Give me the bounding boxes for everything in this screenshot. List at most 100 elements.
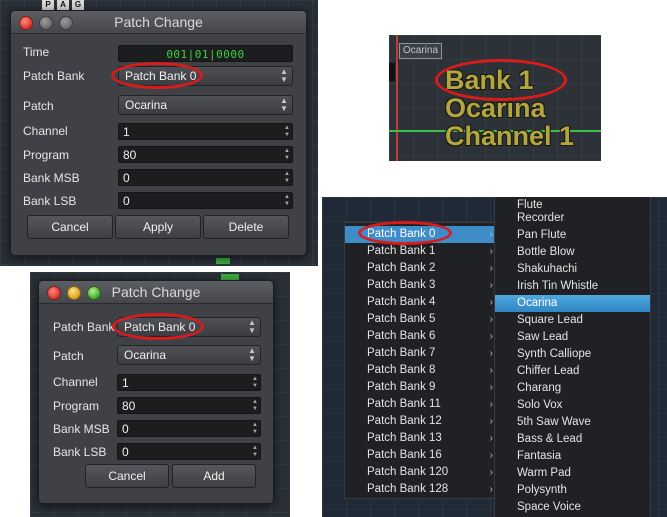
menu-item-patch-bank[interactable]: Patch Bank 16 ›	[345, 447, 497, 464]
submenu-item-label: Chiffer Lead	[517, 365, 580, 377]
stepper-arrows-icon[interactable]: ▲ ▼	[251, 376, 259, 390]
patch-bank-select[interactable]: Patch Bank 0 ▲ ▼	[117, 317, 261, 337]
patch-bank-value: Patch Bank 0	[124, 320, 196, 334]
submenu-item-patch[interactable]: Space Voice	[495, 499, 650, 516]
chevron-right-icon: ›	[489, 229, 493, 240]
chevron-right-icon: ›	[489, 382, 493, 393]
menu-item-label: Patch Bank 1	[367, 245, 436, 257]
submenu-item-patch[interactable]: Synth Calliope	[495, 346, 650, 363]
menu-background: Patch Bank 0 › Patch Bank 1 › Patch Bank 2…	[322, 197, 667, 517]
patch-submenu: Flute Recorder Pan Flute Bottle Blow Sha…	[494, 197, 651, 517]
menu-item-patch-bank[interactable]: Patch Bank 11 ›	[345, 396, 497, 413]
submenu-item-patch[interactable]: 5th Saw Wave	[495, 414, 650, 431]
zoom-bank-text: Bank 1	[445, 65, 534, 95]
bank-lsb-stepper[interactable]: 0 ▲ ▼	[118, 192, 293, 209]
submenu-item-patch[interactable]: Bottle Blow	[495, 244, 650, 261]
menu-item-patch-bank[interactable]: Patch Bank 1 ›	[345, 243, 497, 260]
menu-item-patch-bank[interactable]: Patch Bank 9 ›	[345, 379, 497, 396]
submenu-item-patch[interactable]: Pan Flute	[495, 227, 650, 244]
submenu-item-patch[interactable]: Irish Tin Whistle	[495, 278, 650, 295]
daw-background-top-left: P A G Patch Change Time 001|01|0000 Patc…	[0, 0, 318, 266]
track-tag: Ocarina	[399, 43, 443, 59]
submenu-item-label: Square Lead	[517, 314, 583, 326]
cancel-button[interactable]: Cancel	[27, 215, 113, 239]
submenu-item-patch[interactable]: Recorder	[495, 210, 650, 227]
menu-item-patch-bank[interactable]: Patch Bank 2 ›	[345, 260, 497, 277]
bank-lsb-value: 0	[122, 445, 129, 459]
cancel-button[interactable]: Cancel	[85, 464, 169, 488]
patch-value: Ocarina	[125, 98, 168, 112]
chevron-right-icon: ›	[489, 433, 493, 444]
patch-bank-label: Patch Bank	[53, 320, 115, 334]
patch-select[interactable]: Ocarina ▲ ▼	[118, 95, 293, 115]
menu-item-patch-bank[interactable]: Patch Bank 12 ›	[345, 413, 497, 430]
patch-label: Patch	[53, 349, 84, 363]
program-stepper[interactable]: 80 ▲ ▼	[118, 146, 293, 163]
stepper-arrows-icon[interactable]: ▲ ▼	[283, 171, 291, 185]
submenu-item-label: Bottle Blow	[517, 246, 575, 258]
stepper-arrows-icon[interactable]: ▲ ▼	[251, 445, 259, 459]
channel-stepper[interactable]: 1 ▲ ▼	[118, 123, 293, 140]
submenu-item-patch[interactable]: Ocarina	[495, 295, 650, 312]
menu-item-patch-bank[interactable]: Patch Bank 5 ›	[345, 311, 497, 328]
menu-item-patch-bank[interactable]: Patch Bank 128 ›	[345, 481, 497, 498]
patch-change-add-dialog: Patch Change Patch Bank Patch Bank 0 ▲ ▼ …	[38, 280, 274, 504]
patch-select[interactable]: Ocarina ▲ ▼	[117, 345, 261, 365]
submenu-item-patch[interactable]: Shakuhachi	[495, 261, 650, 278]
submenu-item-label: 5th Saw Wave	[517, 416, 591, 428]
time-label: Time	[23, 45, 50, 59]
submenu-item-patch[interactable]: Polysynth	[495, 482, 650, 499]
bank-lsb-stepper[interactable]: 0 ▲ ▼	[117, 443, 261, 460]
patch-bank-label: Patch Bank	[23, 69, 85, 83]
program-value: 80	[123, 148, 137, 162]
program-stepper[interactable]: 80 ▲ ▼	[117, 397, 261, 414]
menu-item-patch-bank[interactable]: Patch Bank 4 ›	[345, 294, 497, 311]
toolbar-button-p[interactable]: P	[42, 0, 54, 10]
channel-stepper[interactable]: 1 ▲ ▼	[117, 374, 261, 391]
menu-item-label: Patch Bank 2	[367, 262, 436, 274]
bank-msb-stepper[interactable]: 0 ▲ ▼	[118, 169, 293, 186]
menu-item-patch-bank[interactable]: Patch Bank 6 ›	[345, 328, 497, 345]
submenu-item-patch[interactable]: Saw Lead	[495, 329, 650, 346]
submenu-item-label: Ocarina	[517, 297, 558, 309]
chevron-right-icon: ›	[489, 297, 493, 308]
stepper-arrows-icon[interactable]: ▲ ▼	[283, 148, 291, 162]
menu-item-patch-bank[interactable]: Patch Bank 8 ›	[345, 362, 497, 379]
menu-item-patch-bank[interactable]: Patch Bank 120 ›	[345, 464, 497, 481]
chevron-right-icon: ›	[489, 331, 493, 342]
dialog-title: Patch Change	[114, 14, 203, 30]
menu-item-patch-bank[interactable]: Patch Bank 3 ›	[345, 277, 497, 294]
patch-bank-select[interactable]: Patch Bank 0 ▲ ▼	[118, 66, 293, 86]
menu-item-label: Patch Bank 16	[367, 449, 442, 461]
submenu-item-patch[interactable]: Warm Pad	[495, 465, 650, 482]
menu-item-label: Patch Bank 13	[367, 432, 442, 444]
stepper-arrows-icon[interactable]: ▲ ▼	[251, 422, 259, 436]
menu-item-patch-bank[interactable]: Patch Bank 7 ›	[345, 345, 497, 362]
bank-msb-label: Bank MSB	[53, 422, 110, 436]
apply-button[interactable]: Apply	[115, 215, 201, 239]
submenu-item-label: Charang	[517, 382, 562, 394]
menu-item-patch-bank[interactable]: Patch Bank 13 ›	[345, 430, 497, 447]
stepper-arrows-icon[interactable]: ▲ ▼	[251, 399, 259, 413]
submenu-item-patch[interactable]: Chiffer Lead	[495, 363, 650, 380]
submenu-item-patch[interactable]: Solo Vox	[495, 397, 650, 414]
zoom-channel-text: Channel 1	[445, 121, 575, 151]
delete-button[interactable]: Delete	[203, 215, 289, 239]
bank-msb-stepper[interactable]: 0 ▲ ▼	[117, 420, 261, 437]
submenu-item-patch[interactable]: Fantasia	[495, 448, 650, 465]
program-label: Program	[53, 399, 100, 413]
program-value: 80	[122, 399, 136, 413]
stepper-arrows-icon[interactable]: ▲ ▼	[283, 125, 291, 139]
toolbar-button-a[interactable]: A	[57, 0, 69, 10]
stepper-arrows-icon[interactable]: ▲ ▼	[283, 194, 291, 208]
time-field[interactable]: 001|01|0000	[118, 45, 293, 62]
patch-bank-menu: Patch Bank 0 › Patch Bank 1 › Patch Bank 2…	[344, 222, 498, 499]
submenu-item-patch[interactable]: Bass & Lead	[495, 431, 650, 448]
submenu-item-patch[interactable]: Square Lead	[495, 312, 650, 329]
submenu-item-patch[interactable]: Charang	[495, 380, 650, 397]
menu-item-label: Patch Bank 11	[367, 398, 441, 410]
playhead-line	[396, 35, 398, 161]
toolbar-button-g[interactable]: G	[72, 0, 84, 10]
menu-item-patch-bank[interactable]: Patch Bank 0 ›	[345, 226, 497, 243]
add-button[interactable]: Add	[172, 464, 256, 488]
